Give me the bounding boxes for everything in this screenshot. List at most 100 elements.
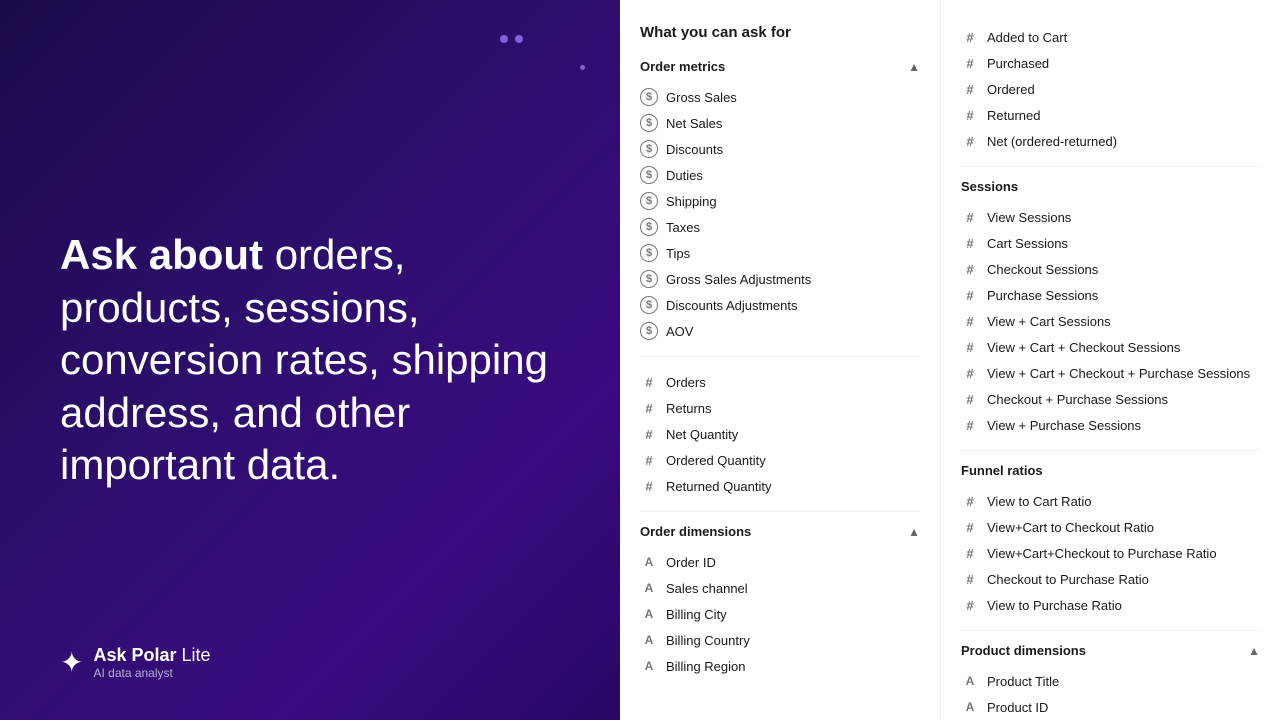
divider [961,630,1260,631]
product-counts-list: # Added to Cart # Purchased # Ordered # … [961,24,1260,154]
brand-icon: ✦ [60,649,83,677]
panel-header: What you can ask for [640,24,920,41]
funnel-ratios-title: Funnel ratios [961,463,1043,478]
hash-icon: # [961,544,979,562]
dollar-icon: $ [640,244,658,262]
list-item[interactable]: # Net (ordered-returned) [961,128,1260,154]
dollar-icon: $ [640,114,658,132]
list-item[interactable]: # Net Quantity [640,421,920,447]
list-item[interactable]: # Checkout + Purchase Sessions [961,386,1260,412]
list-item[interactable]: # View + Cart Sessions [961,308,1260,334]
a-icon: A [961,698,979,716]
hash-icon: # [640,451,658,469]
order-metrics-list: $ Gross Sales $ Net Sales $ Discounts $ … [640,84,920,344]
list-item[interactable]: $ AOV [640,318,920,344]
list-item[interactable]: # Returned Quantity [640,473,920,499]
a-icon: A [640,631,658,649]
dollar-icon: $ [640,166,658,184]
count-metrics-list: # Orders # Returns # Net Quantity # Orde… [640,369,920,499]
dollar-icon: $ [640,88,658,106]
a-icon: A [640,657,658,675]
list-item[interactable]: # View + Cart + Checkout Sessions [961,334,1260,360]
dollar-icon: $ [640,270,658,288]
list-item[interactable]: # Checkout Sessions [961,256,1260,282]
list-item[interactable]: A Product Title [961,668,1260,694]
list-item[interactable]: # Purchased [961,50,1260,76]
order-dimensions-list: A Order ID A Sales channel A Billing Cit… [640,549,920,679]
list-item[interactable]: $ Duties [640,162,920,188]
hash-icon: # [961,234,979,252]
brand-text: Ask Polar Lite AI data analyst [93,645,210,680]
order-metrics-header[interactable]: Order metrics ▲ [640,59,920,74]
list-item[interactable]: # View to Cart Ratio [961,488,1260,514]
dollar-icon: $ [640,322,658,340]
list-item[interactable]: # View to Purchase Ratio [961,592,1260,618]
sessions-list: # View Sessions # Cart Sessions # Checko… [961,204,1260,438]
divider [961,166,1260,167]
hash-icon: # [961,492,979,510]
hash-icon: # [961,364,979,382]
list-item[interactable]: # Ordered Quantity [640,447,920,473]
list-item[interactable]: # Checkout to Purchase Ratio [961,566,1260,592]
list-item[interactable]: $ Net Sales [640,110,920,136]
list-item[interactable]: A Billing Country [640,627,920,653]
product-dimensions-title: Product dimensions [961,643,1086,658]
hash-icon: # [961,286,979,304]
list-item[interactable]: # View+Cart to Checkout Ratio [961,514,1260,540]
dollar-icon: $ [640,218,658,236]
list-item[interactable]: # View + Cart + Checkout + Purchase Sess… [961,360,1260,386]
hash-icon: # [961,390,979,408]
product-dimensions-chevron: ▲ [1248,644,1260,658]
a-icon: A [640,605,658,623]
list-item[interactable]: A Order ID [640,549,920,575]
order-dimensions-header[interactable]: Order dimensions ▲ [640,524,920,539]
list-item[interactable]: A Billing City [640,601,920,627]
list-item[interactable]: # Added to Cart [961,24,1260,50]
dollar-icon: $ [640,140,658,158]
hash-icon: # [640,399,658,417]
hash-icon: # [961,106,979,124]
divider [961,450,1260,451]
list-item[interactable]: $ Tips [640,240,920,266]
hash-icon: # [961,338,979,356]
sessions-title: Sessions [961,179,1018,194]
list-item[interactable]: # View+Cart+Checkout to Purchase Ratio [961,540,1260,566]
hash-icon: # [640,425,658,443]
hero-section: Ask about orders, products, sessions, co… [60,229,580,492]
list-item[interactable]: # Cart Sessions [961,230,1260,256]
decorative-dot-1 [500,35,508,43]
list-item[interactable]: # Returned [961,102,1260,128]
list-item[interactable]: $ Taxes [640,214,920,240]
panel-right[interactable]: # Added to Cart # Purchased # Ordered # … [940,0,1280,720]
hash-icon: # [961,260,979,278]
list-item[interactable]: # Orders [640,369,920,395]
hash-icon: # [961,28,979,46]
list-item[interactable]: $ Discounts Adjustments [640,292,920,318]
order-metrics-title: Order metrics [640,59,725,74]
branding: ✦ Ask Polar Lite AI data analyst [60,645,211,680]
product-dimensions-header[interactable]: Product dimensions ▲ [961,643,1260,658]
list-item[interactable]: # Ordered [961,76,1260,102]
product-dimensions-list: A Product Title A Product ID A Product T… [961,668,1260,720]
list-item[interactable]: # View + Purchase Sessions [961,412,1260,438]
list-item[interactable]: # Returns [640,395,920,421]
decorative-dot-2 [515,35,523,43]
list-item[interactable]: # Purchase Sessions [961,282,1260,308]
order-metrics-chevron: ▲ [908,60,920,74]
list-item[interactable]: $ Gross Sales Adjustments [640,266,920,292]
hash-icon: # [961,80,979,98]
hash-icon: # [961,416,979,434]
dollar-icon: $ [640,296,658,314]
order-dimensions-title: Order dimensions [640,524,751,539]
dollar-icon: $ [640,192,658,210]
list-item[interactable]: A Product ID [961,694,1260,720]
list-item[interactable]: $ Discounts [640,136,920,162]
list-item[interactable]: A Billing Region [640,653,920,679]
list-item[interactable]: A Sales channel [640,575,920,601]
list-item[interactable]: $ Gross Sales [640,84,920,110]
list-item[interactable]: # View Sessions [961,204,1260,230]
hash-icon: # [961,208,979,226]
hash-icon: # [961,518,979,536]
panel-left[interactable]: What you can ask for Order metrics ▲ $ G… [620,0,940,720]
list-item[interactable]: $ Shipping [640,188,920,214]
